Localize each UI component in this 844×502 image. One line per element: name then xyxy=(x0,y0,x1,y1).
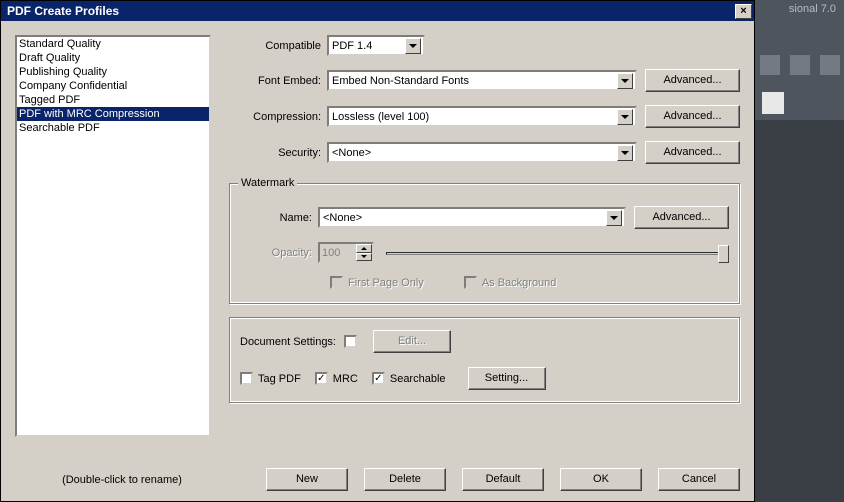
profile-list-item[interactable]: Draft Quality xyxy=(17,51,209,65)
watermark-name-select[interactable]: <None> xyxy=(318,207,626,228)
document-settings-label: Document Settings: xyxy=(240,336,336,348)
first-page-only-checkbox: First Page Only xyxy=(330,276,424,289)
checkbox-icon: ✓ xyxy=(372,372,385,385)
security-advanced-button[interactable]: Advanced... xyxy=(645,141,740,164)
compression-label: Compression: xyxy=(229,111,327,123)
compression-select[interactable]: Lossless (level 100) xyxy=(327,106,637,127)
new-button[interactable]: New xyxy=(266,468,348,491)
mrc-label: MRC xyxy=(333,373,358,385)
opacity-spinner xyxy=(318,242,374,263)
mrc-checkbox[interactable]: ✓ MRC xyxy=(315,372,358,385)
security-value: <None> xyxy=(332,147,617,159)
watermark-group: Watermark Name: <None> Advanced... Opaci… xyxy=(229,183,740,304)
searchable-label: Searchable xyxy=(390,373,446,385)
document-settings-checkbox[interactable] xyxy=(344,335,357,348)
delete-button[interactable]: Delete xyxy=(364,468,446,491)
close-button[interactable]: × xyxy=(735,4,752,19)
font-embed-value: Embed Non-Standard Fonts xyxy=(332,75,617,87)
profile-list-item[interactable]: PDF with MRC Compression xyxy=(17,107,209,121)
checkbox-icon xyxy=(330,276,343,289)
edit-button: Edit... xyxy=(373,330,451,353)
compression-advanced-button[interactable]: Advanced... xyxy=(645,105,740,128)
as-background-checkbox: As Background xyxy=(464,276,557,289)
setting-button[interactable]: Setting... xyxy=(468,367,546,390)
profile-list-item[interactable]: Standard Quality xyxy=(17,37,209,51)
checkbox-icon: ✓ xyxy=(315,372,328,385)
font-embed-select[interactable]: Embed Non-Standard Fonts xyxy=(327,70,637,91)
profiles-listbox[interactable]: Standard QualityDraft QualityPublishing … xyxy=(15,35,211,437)
bg-toolbar-icon xyxy=(762,92,784,114)
ok-button[interactable]: OK xyxy=(560,468,642,491)
security-select[interactable]: <None> xyxy=(327,142,637,163)
watermark-title: Watermark xyxy=(238,177,297,189)
watermark-advanced-button[interactable]: Advanced... xyxy=(634,206,729,229)
font-embed-label: Font Embed: xyxy=(229,75,327,87)
tag-pdf-checkbox[interactable]: Tag PDF xyxy=(240,372,301,385)
bg-toolbar-icon xyxy=(790,55,810,75)
chevron-down-icon xyxy=(617,109,633,125)
bg-toolbar-icon xyxy=(760,55,780,75)
chevron-down-icon xyxy=(617,145,633,161)
profile-list-item[interactable]: Publishing Quality xyxy=(17,65,209,79)
watermark-name-label: Name: xyxy=(240,212,318,224)
dialog-title: PDF Create Profiles xyxy=(7,4,119,18)
spinner-down-icon xyxy=(356,253,372,262)
bg-toolbar-icon xyxy=(820,55,840,75)
chevron-down-icon xyxy=(606,210,622,226)
watermark-name-value: <None> xyxy=(323,212,606,224)
as-background-label: As Background xyxy=(482,277,557,289)
font-embed-advanced-button[interactable]: Advanced... xyxy=(645,69,740,92)
compression-value: Lossless (level 100) xyxy=(332,111,617,123)
spinner-up-icon xyxy=(356,244,372,253)
titlebar: PDF Create Profiles × xyxy=(1,1,754,21)
slider-thumb xyxy=(718,245,729,263)
compatible-select[interactable]: PDF 1.4 xyxy=(327,35,425,56)
compatible-value: PDF 1.4 xyxy=(332,40,405,52)
tag-pdf-label: Tag PDF xyxy=(258,373,301,385)
rename-hint: (Double-click to rename) xyxy=(15,474,229,486)
compatible-label: Compatible xyxy=(229,40,327,52)
searchable-checkbox[interactable]: ✓ Searchable xyxy=(372,372,446,385)
profile-list-item[interactable]: Tagged PDF xyxy=(17,93,209,107)
profile-list-item[interactable]: Searchable PDF xyxy=(17,121,209,135)
checkbox-icon xyxy=(464,276,477,289)
chevron-down-icon xyxy=(405,38,421,54)
checkbox-icon xyxy=(344,335,357,348)
security-label: Security: xyxy=(229,147,327,159)
cancel-button[interactable]: Cancel xyxy=(658,468,740,491)
chevron-down-icon xyxy=(617,73,633,89)
profile-list-item[interactable]: Company Confidential xyxy=(17,79,209,93)
first-page-only-label: First Page Only xyxy=(348,277,424,289)
opacity-slider xyxy=(386,243,729,263)
pdf-create-profiles-dialog: PDF Create Profiles × Standard QualityDr… xyxy=(0,0,755,502)
opacity-input xyxy=(320,244,356,261)
opacity-label: Opacity: xyxy=(240,247,318,259)
background-app-title: sional 7.0 xyxy=(781,0,844,20)
checkbox-icon xyxy=(240,372,253,385)
default-button[interactable]: Default xyxy=(462,468,544,491)
settings-group: Document Settings: Edit... Tag PDF ✓ xyxy=(229,317,740,403)
